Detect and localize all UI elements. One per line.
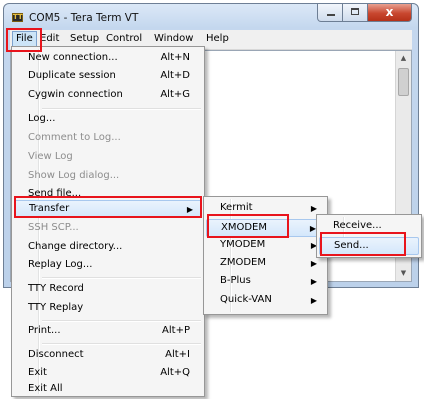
- menu-item-label: Exit All: [28, 383, 63, 394]
- minimize-icon: [327, 14, 335, 16]
- menu-item-label: Send...: [334, 240, 369, 251]
- submenu-arrow-icon: ▶: [310, 277, 317, 286]
- menu-item-b-plus[interactable]: B-Plus ▶: [206, 273, 325, 291]
- menu-item-log[interactable]: Log...: [14, 111, 202, 129]
- menu-item-shortcut: Alt+N: [160, 52, 190, 63]
- menu-window[interactable]: Window: [154, 33, 193, 44]
- transfer-submenu: Kermit ▶ XMODEM ▶ YMODEM ▶ ZMODEM ▶ B-Pl…: [203, 196, 328, 315]
- menu-item-label: B-Plus: [220, 275, 251, 286]
- xmodem-submenu: Receive... Send...: [316, 214, 422, 258]
- menu-item-ssh-scp[interactable]: SSH SCP...: [14, 220, 202, 238]
- menu-item-zmodem[interactable]: ZMODEM ▶: [206, 255, 325, 273]
- menu-item-label: Change directory...: [28, 241, 123, 252]
- menu-item-label: Receive...: [333, 220, 382, 231]
- menu-separator: [42, 343, 201, 345]
- caption-buttons: x: [317, 4, 412, 22]
- menu-item-label: Quick-VAN: [220, 294, 272, 305]
- menu-item-label: View Log: [28, 151, 73, 162]
- menu-item-label: ZMODEM: [220, 257, 266, 268]
- menu-item-label: YMODEM: [220, 239, 266, 250]
- file-menu: New connection... Alt+N Duplicate sessio…: [11, 46, 205, 397]
- submenu-arrow-icon: ▶: [186, 205, 193, 214]
- close-icon: x: [385, 5, 394, 19]
- window-title: COM5 - Tera Term VT: [29, 12, 139, 24]
- menu-item-kermit[interactable]: Kermit ▶: [206, 200, 325, 218]
- menu-item-label: Cygwin connection: [28, 89, 123, 100]
- submenu-arrow-icon: ▶: [310, 296, 317, 305]
- menu-separator: [42, 320, 201, 322]
- menu-item-label: Replay Log...: [28, 259, 93, 270]
- menu-item-ymodem[interactable]: YMODEM ▶: [206, 237, 325, 255]
- menu-item-receive[interactable]: Receive...: [319, 218, 419, 236]
- title-bar[interactable]: TT COM5 - Tera Term VT x: [4, 4, 418, 30]
- menu-item-tty-record[interactable]: TTY Record: [14, 281, 202, 299]
- menu-edit[interactable]: Edit: [40, 33, 59, 44]
- menu-item-label: Print...: [28, 325, 61, 336]
- menu-item-label: Comment to Log...: [28, 132, 121, 143]
- menu-item-shortcut: Alt+Q: [160, 367, 190, 378]
- menu-item-exit-all[interactable]: Exit All: [14, 381, 202, 399]
- menu-item-label: Exit: [28, 367, 47, 378]
- menu-item-send[interactable]: Send...: [319, 237, 419, 255]
- menu-item-print[interactable]: Print... Alt+P: [14, 323, 202, 341]
- menu-help[interactable]: Help: [206, 33, 229, 44]
- menu-item-xmodem[interactable]: XMODEM ▶: [206, 219, 325, 237]
- menu-item-new-connection[interactable]: New connection... Alt+N: [14, 50, 202, 68]
- menu-item-label: Log...: [28, 113, 56, 124]
- menu-item-label: XMODEM: [221, 222, 267, 233]
- menu-item-shortcut: Alt+I: [165, 349, 190, 360]
- menu-item-label: TTY Replay: [28, 302, 84, 313]
- scroll-thumb[interactable]: [398, 68, 409, 96]
- menu-item-replay-log[interactable]: Replay Log...: [14, 257, 202, 275]
- menu-separator: [42, 277, 201, 279]
- menu-file[interactable]: File: [12, 31, 37, 47]
- teraterm-icon: TT: [12, 13, 23, 22]
- menu-item-label: Duplicate session: [28, 70, 116, 81]
- menu-control[interactable]: Control: [106, 33, 142, 44]
- menu-item-label: Show Log dialog...: [28, 170, 120, 181]
- menu-item-view-log[interactable]: View Log: [14, 149, 202, 167]
- minimize-button[interactable]: [317, 4, 343, 22]
- menu-item-disconnect[interactable]: Disconnect Alt+I: [14, 347, 202, 365]
- menu-item-change-directory[interactable]: Change directory...: [14, 239, 202, 257]
- menu-item-label: New connection...: [28, 52, 118, 63]
- maximize-icon: [351, 8, 359, 15]
- menu-setup[interactable]: Setup: [70, 33, 99, 44]
- submenu-arrow-icon: ▶: [310, 259, 317, 268]
- menu-item-label: Transfer: [29, 203, 70, 214]
- menu-item-cygwin-connection[interactable]: Cygwin connection Alt+G: [14, 87, 202, 105]
- menu-item-show-log-dialog[interactable]: Show Log dialog...: [14, 168, 202, 186]
- menu-item-transfer[interactable]: Transfer ▶: [14, 200, 202, 218]
- maximize-button[interactable]: [343, 4, 368, 22]
- menu-item-quick-van[interactable]: Quick-VAN ▶: [206, 292, 325, 310]
- menu-item-label: Kermit: [220, 202, 253, 213]
- menu-item-shortcut: Alt+P: [162, 325, 190, 336]
- menu-item-shortcut: Alt+G: [160, 89, 190, 100]
- menu-item-label: TTY Record: [28, 283, 84, 294]
- menu-separator: [42, 108, 201, 110]
- menu-item-tty-replay[interactable]: TTY Replay: [14, 300, 202, 318]
- menu-item-label: Disconnect: [28, 349, 84, 360]
- menu-item-comment-to-log[interactable]: Comment to Log...: [14, 130, 202, 148]
- menu-item-shortcut: Alt+D: [160, 70, 190, 81]
- menu-item-duplicate-session[interactable]: Duplicate session Alt+D: [14, 68, 202, 86]
- scroll-up-icon[interactable]: ▲: [396, 51, 411, 66]
- close-button[interactable]: x: [368, 4, 412, 22]
- scroll-down-icon[interactable]: ▼: [396, 266, 411, 281]
- menu-item-label: Send file...: [28, 188, 82, 199]
- menu-item-label: SSH SCP...: [28, 222, 79, 233]
